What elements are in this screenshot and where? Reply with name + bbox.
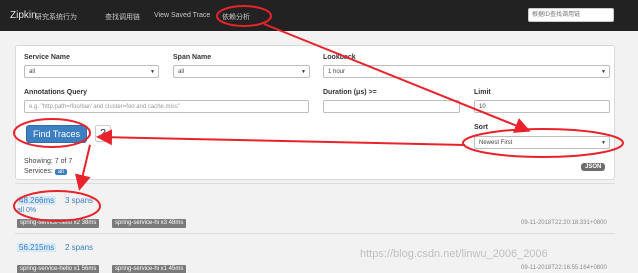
divider bbox=[15, 233, 615, 234]
limit-label: Limit bbox=[474, 89, 491, 96]
trace-duration[interactable]: 48.266ms bbox=[17, 196, 57, 205]
trace-span-count: 3 spans bbox=[65, 196, 94, 205]
trace-timestamp: 09-11-2018T22:20:18.331+0800 bbox=[521, 220, 607, 226]
annotations-query-input[interactable]: e.g. "http.path=/foo/bar/ and cluster=fo… bbox=[24, 100, 309, 113]
span-name-select[interactable]: all ▼ bbox=[173, 65, 310, 78]
duration-input[interactable] bbox=[323, 100, 460, 113]
trace-span-count: 2 spans bbox=[65, 243, 94, 252]
service-name-select[interactable]: all ▼ bbox=[24, 65, 159, 78]
services-badge-all[interactable]: all bbox=[54, 169, 67, 175]
duration-label: Duration (μs) >= bbox=[323, 89, 377, 96]
service-name-value: all bbox=[29, 69, 36, 75]
service-badge: spring-service-hello x2 38ms bbox=[17, 219, 100, 228]
lookback-value: 1 hour bbox=[328, 69, 346, 75]
services-label: Services: bbox=[24, 168, 53, 175]
sort-select[interactable]: Newest First ▼ bbox=[474, 136, 610, 149]
find-traces-button[interactable]: Find Traces bbox=[26, 125, 87, 143]
lookback-label: Lookback bbox=[323, 54, 356, 61]
chevron-down-icon: ▼ bbox=[601, 69, 606, 75]
trace-error-percent: all 0% bbox=[17, 207, 37, 214]
divider bbox=[15, 183, 615, 184]
json-button[interactable]: JSON bbox=[581, 163, 606, 171]
services-filter: Services: all bbox=[24, 168, 67, 175]
nav-link-view-saved-trace[interactable]: View Saved Trace bbox=[154, 12, 210, 19]
service-badge: spring-service-hi x3 48ms bbox=[112, 219, 187, 228]
service-badge: spring-service-hi x1 45ms bbox=[112, 265, 187, 273]
sort-label: Sort bbox=[474, 124, 488, 131]
chevron-down-icon: ▼ bbox=[301, 69, 306, 75]
span-name-value: all bbox=[178, 69, 185, 75]
trace-id-search-input[interactable] bbox=[528, 8, 614, 22]
service-badge: spring-service-hello x1 56ms bbox=[17, 265, 100, 273]
showing-count: Showing: 7 of 7 bbox=[24, 158, 73, 165]
span-name-label: Span Name bbox=[173, 54, 212, 61]
nav-link-find-traces[interactable]: 查找调用链 bbox=[105, 12, 140, 22]
nav-link-dependencies[interactable]: 依赖分析 bbox=[222, 12, 250, 22]
lookback-select[interactable]: 1 hour ▼ bbox=[323, 65, 610, 78]
chevron-down-icon: ▼ bbox=[601, 140, 606, 146]
annotations-query-label: Annotations Query bbox=[24, 89, 88, 96]
trace-duration[interactable]: 56.215ms bbox=[17, 243, 57, 252]
top-navbar: Zipkin 研究系统行为 查找调用链 View Saved Trace 依赖分… bbox=[0, 0, 638, 31]
nav-link-research[interactable]: 研究系统行为 bbox=[35, 12, 77, 22]
chevron-down-icon: ▼ bbox=[150, 69, 155, 75]
service-name-label: Service Name bbox=[24, 54, 70, 61]
sort-value: Newest First bbox=[479, 140, 513, 146]
limit-input[interactable]: 10 bbox=[474, 100, 610, 113]
trace-timestamp: 09-11-2018T22:16:55.164+0800 bbox=[521, 265, 607, 271]
brand-logo[interactable]: Zipkin bbox=[10, 10, 37, 21]
watermark: https://blog.csdn.net/linwu_2006_2006 bbox=[360, 248, 548, 260]
help-icon[interactable]: ? bbox=[95, 125, 111, 142]
